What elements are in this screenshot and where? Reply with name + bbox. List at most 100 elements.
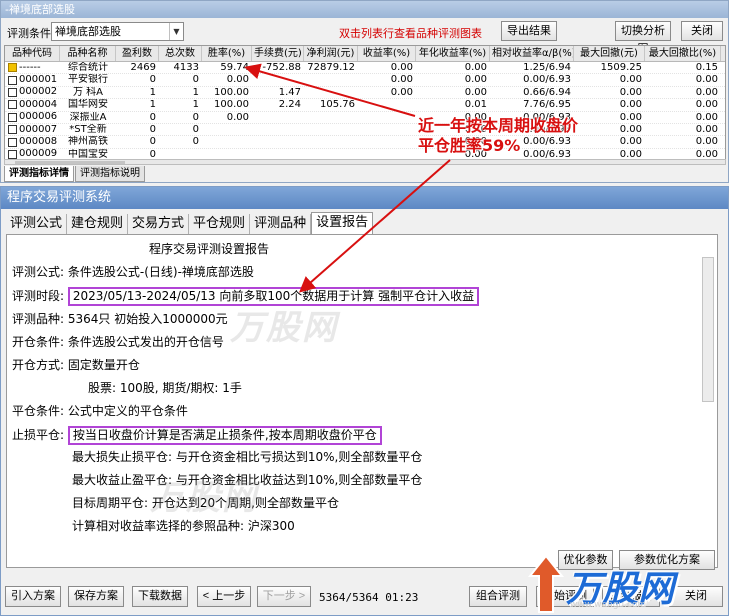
column-header[interactable]: 盈利数: [116, 46, 159, 61]
table-cell-profit: 105.76: [320, 99, 355, 111]
report-line-symbols: 评测品种: 5364只 初始投入1000000元: [12, 311, 228, 327]
table-cell-code: ------: [5, 62, 60, 73]
table-cell-ddratio: 0.00: [695, 123, 718, 135]
column-header[interactable]: 最大回撤(元): [574, 46, 645, 61]
report-vertical-scrollbar[interactable]: [702, 257, 714, 402]
report-value: 股票: 100股, 期货/期权: 1手: [88, 381, 242, 395]
condition-select[interactable]: 禅境底部选股 ▼: [51, 22, 184, 41]
tab-indicator-description[interactable]: 评测指标说明: [75, 166, 145, 182]
table-cell-total: 0: [192, 136, 199, 148]
table-row[interactable]: 000002 万 科A 1 1 100.00 1.47 0.00 0.00 0.66/6.94 0…: [5, 86, 725, 100]
scrollbar-thumb[interactable]: [15, 161, 125, 164]
table-row[interactable]: 000001 平安银行 0 0 0.00 0.00 0.00 0.00/6.93 0.00 0.0…: [5, 74, 725, 87]
table-cell-rate: 100.00: [214, 86, 249, 98]
double-click-hint: 双击列表行查看品种评测图表: [339, 27, 482, 40]
main-window-title: 程序交易评测系统: [1, 187, 728, 209]
table-cell-total: 1: [192, 86, 199, 98]
export-results-button[interactable]: 导出结果: [501, 21, 557, 41]
horizontal-scrollbar[interactable]: [4, 159, 726, 165]
table-cell-maxdd: 0.00: [619, 99, 642, 111]
code-text: 000002: [19, 86, 58, 98]
column-header[interactable]: 最大回撤比(%): [645, 46, 721, 61]
table-row[interactable]: 000007 *ST全新 0 0 0.00 0.00/6.93 0.00 0.00: [5, 123, 725, 137]
table-cell-fee: [252, 124, 304, 135]
row-checkbox[interactable]: [8, 100, 17, 110]
table-cell-rate: 0.00: [226, 74, 249, 86]
import-plan-button[interactable]: 引入方案: [5, 586, 61, 607]
table-cell-annual: 0.01: [464, 99, 487, 111]
table-row[interactable]: 000006 深振业A 0 0 0.00 0.00 0.00/6.93 0.00 0.00: [5, 112, 725, 124]
table-cell-rate: 100.00: [214, 99, 249, 111]
top-close-button[interactable]: 关闭: [681, 21, 723, 41]
column-header[interactable]: 净利润(元): [304, 46, 358, 61]
save-plan-button[interactable]: 保存方案: [68, 586, 124, 607]
table-cell-fee: [252, 112, 304, 123]
report-line-benchmark: 计算相对收益率选择的参照品种: 沪深300: [72, 518, 295, 534]
results-table-body: ------ 综合统计 2469 4133 59.74 -752.88 72879.12 0.…: [5, 62, 725, 160]
table-cell-win: 0: [149, 111, 156, 123]
tab-indicator-details[interactable]: 评测指标详情: [4, 166, 74, 182]
stock-selection-results-window: -禅境底部选股 评测条件: 禅境底部选股 ▼ 双击列表行查看品种评测图表 导出结…: [0, 0, 729, 183]
report-line-open-condition: 开仓条件: 条件选股公式发出的开仓信号: [12, 334, 224, 350]
prev-step-button[interactable]: < 上一步: [197, 586, 251, 607]
table-cell-ret: 0.00: [390, 86, 413, 98]
table-cell-ddratio: 0.00: [695, 99, 718, 111]
table-cell-annual: 0.00: [464, 62, 487, 73]
row-checkbox[interactable]: [8, 112, 17, 122]
column-header[interactable]: 年化收益率(%): [416, 46, 490, 61]
table-cell-fee: -752.88: [262, 62, 301, 73]
next-step-button[interactable]: 下一步 >: [257, 586, 311, 607]
tab-eval-formula[interactable]: 评测公式: [6, 214, 68, 234]
report-line-stop-loss: 止损平仓: 按当日收盘价计算是否满足止损条件,按本周期收盘价平仓: [12, 426, 382, 445]
code-text: 000006: [19, 111, 58, 123]
table-cell-fee: 2.24: [278, 99, 301, 111]
table-cell-profit: [304, 124, 358, 135]
table-cell-name: 深振业A: [69, 111, 107, 123]
code-text: 000007: [19, 123, 58, 135]
summary-folder-icon[interactable]: [8, 63, 17, 73]
table-cell-code: 000001: [5, 74, 60, 85]
chevron-down-icon[interactable]: ▼: [169, 23, 183, 40]
tab-eval-symbols[interactable]: 评测品种: [250, 214, 312, 234]
row-checkbox[interactable]: [8, 149, 17, 159]
column-header[interactable]: 相对收益率α/β(%): [490, 46, 574, 61]
table-row[interactable]: ------ 综合统计 2469 4133 59.74 -752.88 72879.12 0.…: [5, 62, 725, 75]
brand-watermark: 万股网: [150, 478, 258, 518]
tab-open-rules[interactable]: 建仓规则: [67, 214, 129, 234]
logo-arrow-icon: [527, 554, 565, 613]
table-cell-relative: 0.66/6.94: [523, 86, 571, 98]
row-checkbox[interactable]: [8, 125, 17, 135]
row-checkbox[interactable]: [8, 87, 17, 97]
tab-trade-mode[interactable]: 交易方式: [128, 214, 190, 234]
column-header[interactable]: 手续费(元): [252, 46, 304, 61]
table-row[interactable]: 000008 神州高铁 0 0 0.00 0.00/6.93 0.00 0.00: [5, 136, 725, 149]
annotation-callout: 近一年按本周期收盘价 平仓胜率59%: [418, 116, 578, 156]
table-cell-ddratio: 0.00: [695, 136, 718, 148]
table-row[interactable]: 000004 国华网安 1 1 100.00 2.24 105.76 0.01 7.76/6.9…: [5, 99, 725, 112]
condition-label: 评测条件:: [7, 27, 55, 40]
row-checkbox[interactable]: [8, 75, 17, 85]
column-header[interactable]: 胜率(%): [202, 46, 252, 61]
table-cell-ddratio: 0.00: [695, 86, 718, 98]
combo-eval-button[interactable]: 组合评测: [469, 586, 527, 607]
column-header[interactable]: 品种代码: [5, 46, 60, 61]
report-value: 固定数量开仓: [67, 358, 140, 372]
top-toolbar: 评测条件: 禅境底部选股 ▼ 双击列表行查看品种评测图表 导出结果 切换分析图 …: [1, 18, 728, 55]
report-value-highlighted: 按当日收盘价计算是否满足止损条件,按本周期收盘价平仓: [67, 426, 382, 445]
tab-close-rules[interactable]: 平仓规则: [189, 214, 251, 234]
column-header[interactable]: 收益率(%): [358, 46, 416, 61]
download-data-button[interactable]: 下载数据: [132, 586, 188, 607]
report-value: 条件选股公式发出的开仓信号: [67, 335, 224, 349]
switch-chart-button[interactable]: 切换分析图: [615, 21, 671, 55]
row-checkbox[interactable]: [8, 137, 17, 147]
results-table[interactable]: 品种代码 品种名称 盈利数 总次数 胜率(%) 手续费(元) 净利润(元) 收益率(%) 年化收…: [4, 45, 726, 161]
report-label: 评测品种:: [12, 312, 65, 326]
corner-logo: 万股网 www.wangu.com: [526, 552, 729, 616]
column-header[interactable]: 总次数: [159, 46, 202, 61]
progress-status: 5364/5364 01:23: [319, 591, 419, 604]
table-cell-rate: 59.74: [220, 62, 249, 73]
column-header[interactable]: 品种名称: [60, 46, 116, 61]
annotation-line-2: 平仓胜率59%: [418, 136, 521, 155]
report-value: 最大损失止损平仓: 与开仓资金相比亏损达到10%,则全部数量平仓: [72, 450, 423, 464]
tab-settings-report[interactable]: 设置报告: [311, 212, 374, 234]
